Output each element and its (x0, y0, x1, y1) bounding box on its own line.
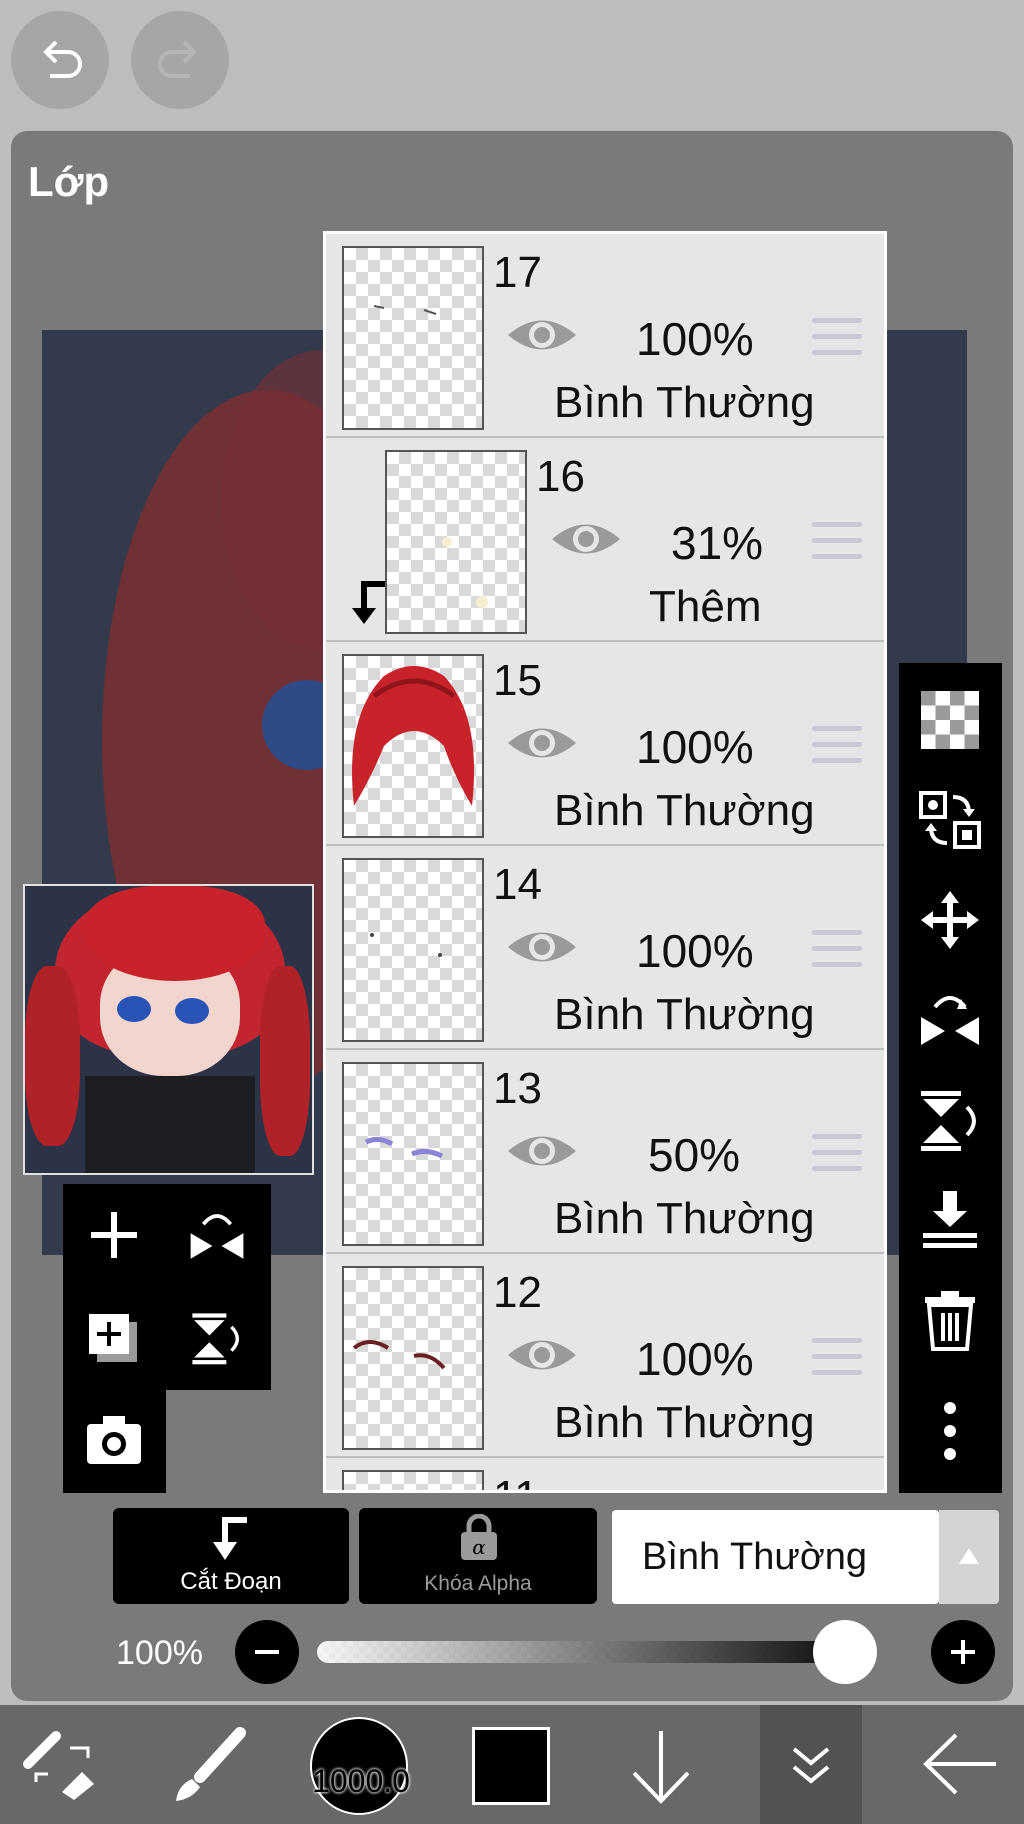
layer-number: 13 (493, 1064, 542, 1113)
flip-vertical-icon[interactable] (917, 1087, 983, 1153)
undo-button[interactable] (11, 11, 109, 109)
add-layer-icon[interactable] (87, 1208, 141, 1262)
opacity-slider[interactable] (317, 1641, 877, 1663)
panel-title: Lớp (28, 158, 110, 205)
move-icon[interactable] (917, 887, 983, 953)
layer-number: 17 (493, 248, 542, 297)
flip-horizontal-icon[interactable] (187, 1206, 247, 1266)
drag-handle-icon[interactable] (812, 726, 862, 774)
drag-handle-icon[interactable] (812, 1134, 862, 1182)
eye-icon[interactable] (506, 1128, 578, 1174)
swap-layer-icon[interactable] (917, 787, 983, 853)
layer-blend-mode: Thêm (649, 582, 762, 631)
layer-blend-mode: Bình Thường (554, 1398, 815, 1447)
plus-icon (951, 1640, 975, 1664)
layer-row[interactable]: 16 31% Thêm (326, 438, 884, 642)
layer-opacity: 100% (636, 721, 754, 773)
layer-number: 16 (536, 452, 585, 501)
opacity-increase-button[interactable] (931, 1620, 995, 1684)
camera-toolbar (63, 1390, 166, 1493)
lock-icon: α (461, 1514, 497, 1560)
layer-opacity: 100% (636, 313, 754, 365)
flip-vertical-icon[interactable] (189, 1310, 245, 1366)
layer-list[interactable]: 17 100% Bình Thường 16 31% Thêm 15 100% … (323, 231, 887, 1493)
layer-opacity: 50% (648, 1129, 741, 1181)
redo-button[interactable] (131, 11, 229, 109)
opacity-label: 100% (116, 1634, 203, 1672)
triangle-up-icon (959, 1548, 979, 1564)
eye-icon[interactable] (506, 312, 578, 358)
layer-number: 14 (493, 860, 542, 909)
svg-text:α: α (472, 1535, 486, 1559)
layer-thumbnail (385, 450, 527, 634)
drag-handle-icon[interactable] (812, 930, 862, 978)
layer-opacity: 100% (636, 1333, 754, 1385)
brush-eraser-switch-icon[interactable] (22, 1730, 102, 1800)
layer-thumbnail (342, 1266, 484, 1450)
alpha-lock-button[interactable]: α Khóa Alpha (359, 1508, 597, 1604)
layer-row[interactable]: 15 100% Bình Thường (326, 642, 884, 846)
opacity-slider-thumb[interactable] (813, 1620, 877, 1684)
clipping-label: Cắt Đoạn (180, 1568, 282, 1595)
layer-add-toolbar (63, 1184, 271, 1390)
opacity-decrease-button[interactable] (235, 1620, 299, 1684)
bottom-toolbar: 1000.0 (0, 1705, 1024, 1824)
drag-handle-icon[interactable] (812, 522, 862, 570)
eye-icon[interactable] (506, 720, 578, 766)
clipping-arrow-icon (213, 1517, 247, 1560)
color-swatch[interactable] (472, 1727, 550, 1805)
layer-opacity: 31% (671, 517, 764, 569)
layer-row[interactable]: 14 100% Bình Thường (326, 846, 884, 1050)
drag-handle-icon[interactable] (812, 318, 862, 366)
flip-horizontal-icon[interactable] (917, 987, 983, 1053)
clipping-button[interactable]: Cắt Đoạn (113, 1508, 349, 1604)
layer-tools-toolbar (899, 663, 1002, 1493)
brush-size-value: 1000.0 (312, 1763, 410, 1799)
layer-number: 15 (493, 656, 542, 705)
minus-icon (255, 1650, 279, 1654)
more-options-icon[interactable] (917, 1398, 983, 1464)
layer-number: 11 (493, 1472, 539, 1490)
duplicate-layer-icon[interactable] (85, 1310, 143, 1368)
drag-handle-icon[interactable] (812, 1338, 862, 1386)
layer-thumbnail (342, 1470, 484, 1490)
layer-panel-toggle[interactable] (760, 1705, 862, 1824)
trash-icon[interactable] (917, 1287, 983, 1353)
layer-number: 12 (493, 1268, 542, 1317)
top-bar (0, 0, 1024, 130)
double-chevron-down-icon (792, 1747, 830, 1784)
layer-blend-mode: Bình Thường (554, 990, 815, 1039)
eye-icon[interactable] (506, 1332, 578, 1378)
redo-icon (158, 40, 197, 78)
layer-thumbnail (342, 654, 484, 838)
layer-blend-mode: Bình Thường (554, 786, 815, 835)
layer-thumbnail (342, 1062, 484, 1246)
layer-row[interactable]: 11 (326, 1458, 884, 1490)
brush-size-button[interactable]: 1000.0 (310, 1717, 410, 1815)
layer-row[interactable]: 17 100% Bình Thường (326, 234, 884, 438)
layer-properties-controls: Cắt Đoạn α Khóa Alpha Bình Thường 100% (11, 1500, 1013, 1700)
blend-mode-value: Bình Thường (642, 1536, 868, 1578)
layer-thumbnail (342, 858, 484, 1042)
canvas-preview (23, 884, 314, 1175)
layer-row[interactable]: 12 100% Bình Thường (326, 1254, 884, 1458)
layer-blend-mode: Bình Thường (554, 378, 815, 427)
camera-icon[interactable] (85, 1414, 143, 1466)
back-arrow-icon[interactable] (920, 1729, 1000, 1799)
blend-mode-select[interactable]: Bình Thường (612, 1510, 999, 1604)
layer-row[interactable]: 13 50% Bình Thường (326, 1050, 884, 1254)
eye-icon[interactable] (550, 516, 622, 562)
layer-blend-mode: Bình Thường (554, 1194, 815, 1243)
arrow-down-icon[interactable] (626, 1727, 696, 1807)
blend-mode-dropdown[interactable] (939, 1510, 999, 1604)
layer-opacity: 100% (636, 925, 754, 977)
transparent-layer-icon[interactable] (917, 687, 983, 753)
layer-thumbnail (342, 246, 484, 430)
merge-down-icon[interactable] (917, 1187, 983, 1253)
eye-icon[interactable] (506, 924, 578, 970)
undo-icon (43, 40, 82, 78)
alpha-lock-label: Khóa Alpha (424, 1572, 532, 1595)
brush-icon[interactable] (170, 1725, 250, 1805)
